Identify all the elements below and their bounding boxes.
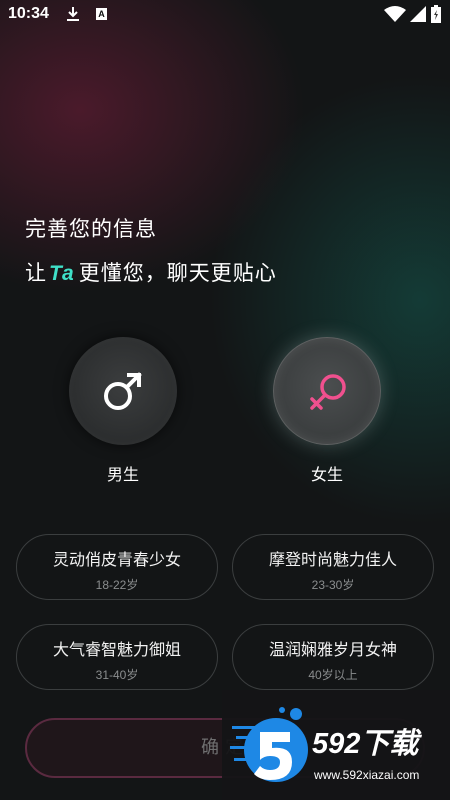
page-subtitle: 让Ta 更懂您，聊天更贴心 <box>25 257 277 287</box>
option-title: 大气睿智魅力御姐 <box>52 640 181 659</box>
download-icon <box>67 7 79 21</box>
watermark-brand: 592下载 <box>312 728 419 760</box>
option-youthful-girl[interactable]: 灵动俏皮青春少女 18-22岁 <box>16 534 218 600</box>
male-gender-button[interactable] <box>69 337 177 445</box>
male-symbol-icon <box>104 372 142 410</box>
battery-icon <box>431 5 441 23</box>
watermark-logo-icon <box>230 707 308 782</box>
option-mature-lady[interactable]: 大气睿智魅力御姐 31-40岁 <box>16 624 218 690</box>
signal-icon <box>410 6 426 22</box>
option-age: 23-30岁 <box>311 578 355 592</box>
option-title: 温润娴雅岁月女神 <box>268 640 397 659</box>
page-title: 完善您的信息 <box>25 217 157 241</box>
status-bar: 10:34 A <box>0 0 450 32</box>
a-icon: A <box>96 8 107 20</box>
male-label: 男生 <box>106 465 139 484</box>
female-symbol-icon <box>310 374 346 410</box>
option-title: 灵动俏皮青春少女 <box>52 550 181 569</box>
female-label: 女生 <box>310 465 343 484</box>
option-age: 18-22岁 <box>95 578 139 592</box>
option-title: 摩登时尚魅力佳人 <box>268 550 397 569</box>
option-age: 40岁以上 <box>308 668 358 682</box>
subtitle-suffix: 更懂您，聊天更贴心 <box>78 261 277 285</box>
subtitle-prefix: 让 <box>25 261 47 285</box>
wifi-icon <box>384 6 406 22</box>
subtitle-highlight: Ta <box>49 262 75 285</box>
option-graceful-goddess[interactable]: 温润娴雅岁月女神 40岁以上 <box>232 624 434 690</box>
option-fashionable-beauty[interactable]: 摩登时尚魅力佳人 23-30岁 <box>232 534 434 600</box>
option-age: 31-40岁 <box>95 668 139 682</box>
female-gender-button[interactable] <box>273 337 381 445</box>
status-time: 10:34 <box>8 5 49 22</box>
watermark-url: www.592xiazai.com <box>314 768 420 782</box>
watermark-overlay: 592下载 www.592xiazai.com <box>222 690 450 800</box>
